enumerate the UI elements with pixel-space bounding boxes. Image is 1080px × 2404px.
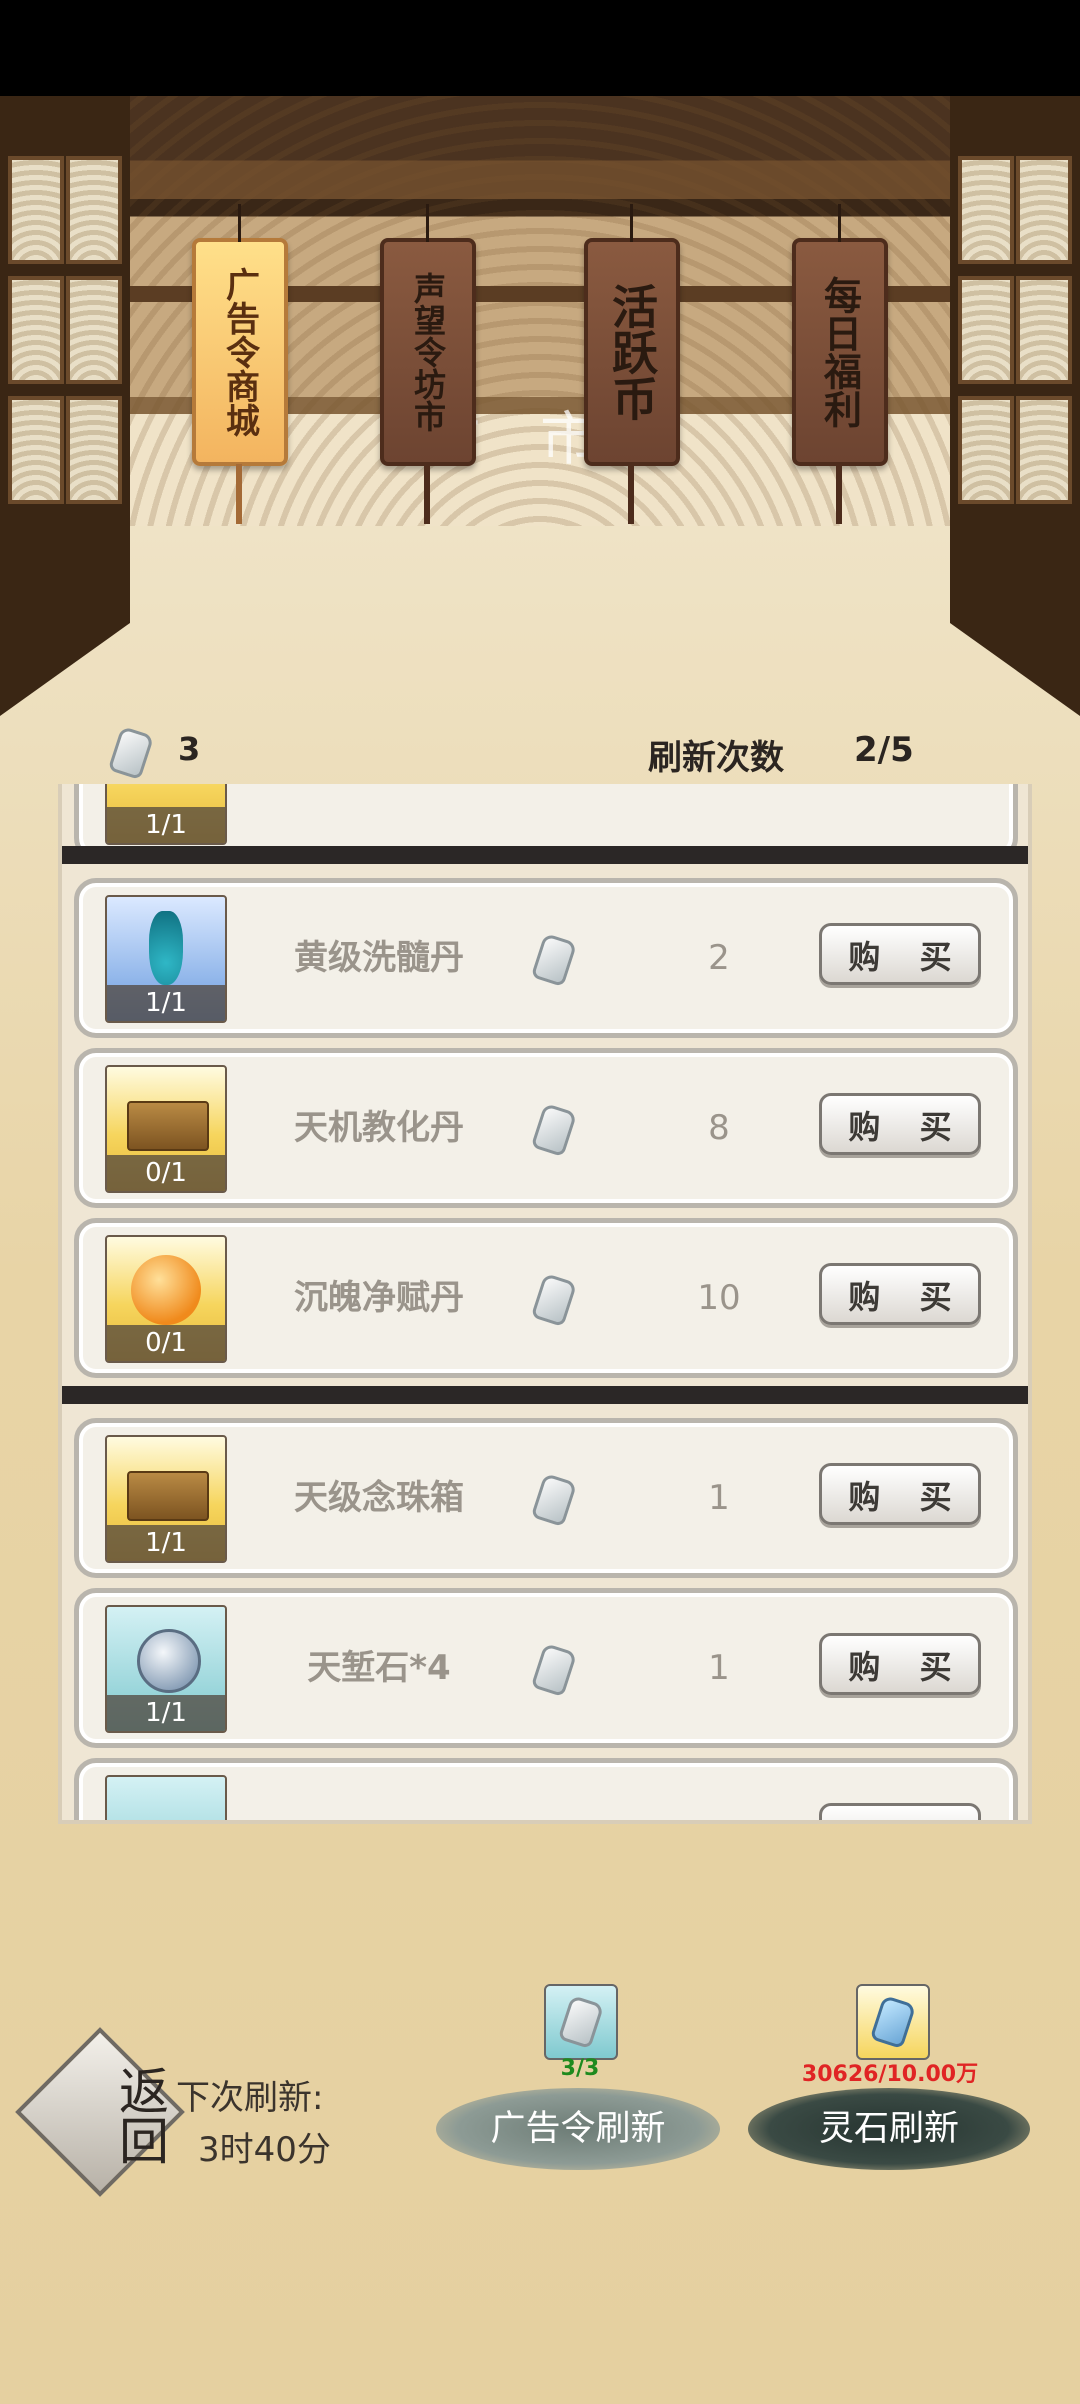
ad-token-icon	[107, 725, 155, 781]
tab-label: 活跃币	[605, 283, 659, 421]
item-price: 8	[708, 1108, 730, 1148]
hall-title: 坊市	[421, 405, 658, 473]
item-count: 0/1	[107, 1325, 225, 1361]
buy-button[interactable]: 购 买	[819, 1463, 981, 1525]
shop-list[interactable]: 1/1 1/1 黄级洗髓丹 2 购 买 0/1 天机教化丹 8 购 买 0/1 …	[58, 784, 1032, 1824]
tab-ad-token-shop[interactable]: 广告令商城	[192, 204, 288, 524]
list-item: 1/1 天级念珠箱 1 购 买	[74, 1418, 1018, 1578]
item-name: 天级念珠箱	[294, 1478, 464, 1518]
item-thumbnail	[105, 1775, 227, 1820]
item-name: 天堑石*4	[307, 1648, 451, 1688]
list-item: 0/1 天机教化丹 8 购 买	[74, 1048, 1018, 1208]
price-currency-icon	[530, 932, 578, 988]
orb-icon: 0/1	[105, 1235, 227, 1363]
vase-icon: 1/1	[105, 895, 227, 1023]
chest-icon: 0/1	[105, 1065, 227, 1193]
item-name: 沉魄净赋丹	[294, 1278, 464, 1318]
item-count: 1/1	[107, 985, 225, 1021]
item-count: 1/1	[107, 1695, 225, 1731]
buy-button[interactable]: 购 买	[819, 1633, 981, 1695]
ad-token-icon	[544, 1984, 618, 2060]
buy-button[interactable]: 购 买	[819, 1093, 981, 1155]
spirit-stone-icon	[856, 1984, 930, 2060]
item-price: 1	[708, 1478, 730, 1518]
item-price: 2	[708, 938, 730, 978]
ad-token-stone-icon	[557, 1994, 605, 2050]
status-bar	[0, 0, 1080, 96]
currency-count: 3	[178, 730, 201, 768]
bottom-bar: 返回 下次刷新: 3时40分 3/3 广告令刷新 30626/10.00万 灵石…	[0, 1960, 1080, 2200]
item-price: 1	[708, 1648, 730, 1688]
price-currency-icon	[530, 1642, 578, 1698]
refresh-count-label: 刷新次数	[648, 738, 784, 778]
chest-icon: 1/1	[105, 784, 227, 845]
section-divider	[62, 1386, 1028, 1404]
left-pillar	[0, 96, 130, 716]
right-pillar	[950, 96, 1080, 716]
price-currency-icon	[530, 1272, 578, 1328]
tab-label: 每日福利	[817, 276, 862, 428]
hall-banner: 坊市	[0, 96, 1080, 526]
item-name: 黄级洗髓丹	[294, 938, 464, 978]
tab-reputation-market[interactable]: 声望令坊市	[380, 204, 476, 524]
list-item: 1/1 黄级洗髓丹 2 购 买	[74, 878, 1018, 1038]
item-count: 0/1	[107, 1155, 225, 1191]
spirit-stone-refresh-button[interactable]: 灵石刷新	[748, 2088, 1030, 2170]
next-refresh-time: 3时40分	[198, 2130, 331, 2170]
tab-label: 广告令商城	[219, 267, 260, 437]
back-label[interactable]: 返回	[36, 2060, 169, 2170]
info-bar: 3 刷新次数 2/5	[0, 720, 1080, 781]
item-count: 1/1	[107, 1525, 225, 1561]
list-item: 0/1 沉魄净赋丹 10 购 买	[74, 1218, 1018, 1378]
item-name: 天机教化丹	[294, 1108, 464, 1148]
item-count: 1/1	[107, 807, 225, 843]
list-item: 1/1 天堑石*4 1 购 买	[74, 1588, 1018, 1748]
chest-icon: 1/1	[105, 1435, 227, 1563]
tab-daily-benefits[interactable]: 每日福利	[792, 204, 888, 524]
spirit-stone-count: 30626/10.00万	[801, 2062, 979, 2087]
coin-icon: 1/1	[105, 1605, 227, 1733]
price-currency-icon	[530, 1102, 578, 1158]
list-item: 购 买	[74, 1758, 1018, 1820]
next-refresh-label: 下次刷新:	[176, 2078, 324, 2118]
price-currency-icon	[530, 1472, 578, 1528]
item-price: 10	[697, 1278, 741, 1318]
buy-button[interactable]: 购 买	[819, 923, 981, 985]
refresh-count-value: 2/5	[854, 730, 914, 770]
buy-button[interactable]: 购 买	[819, 1263, 981, 1325]
ad-refresh-button[interactable]: 广告令刷新	[436, 2088, 720, 2170]
tab-label: 声望令坊市	[409, 272, 447, 432]
spirit-stone-gem-icon	[869, 1994, 917, 2050]
section-divider	[62, 846, 1028, 864]
buy-button[interactable]: 购 买	[819, 1803, 981, 1820]
tab-activity-coin[interactable]: 活跃币	[584, 204, 680, 524]
ad-count: 3/3	[560, 2056, 600, 2081]
